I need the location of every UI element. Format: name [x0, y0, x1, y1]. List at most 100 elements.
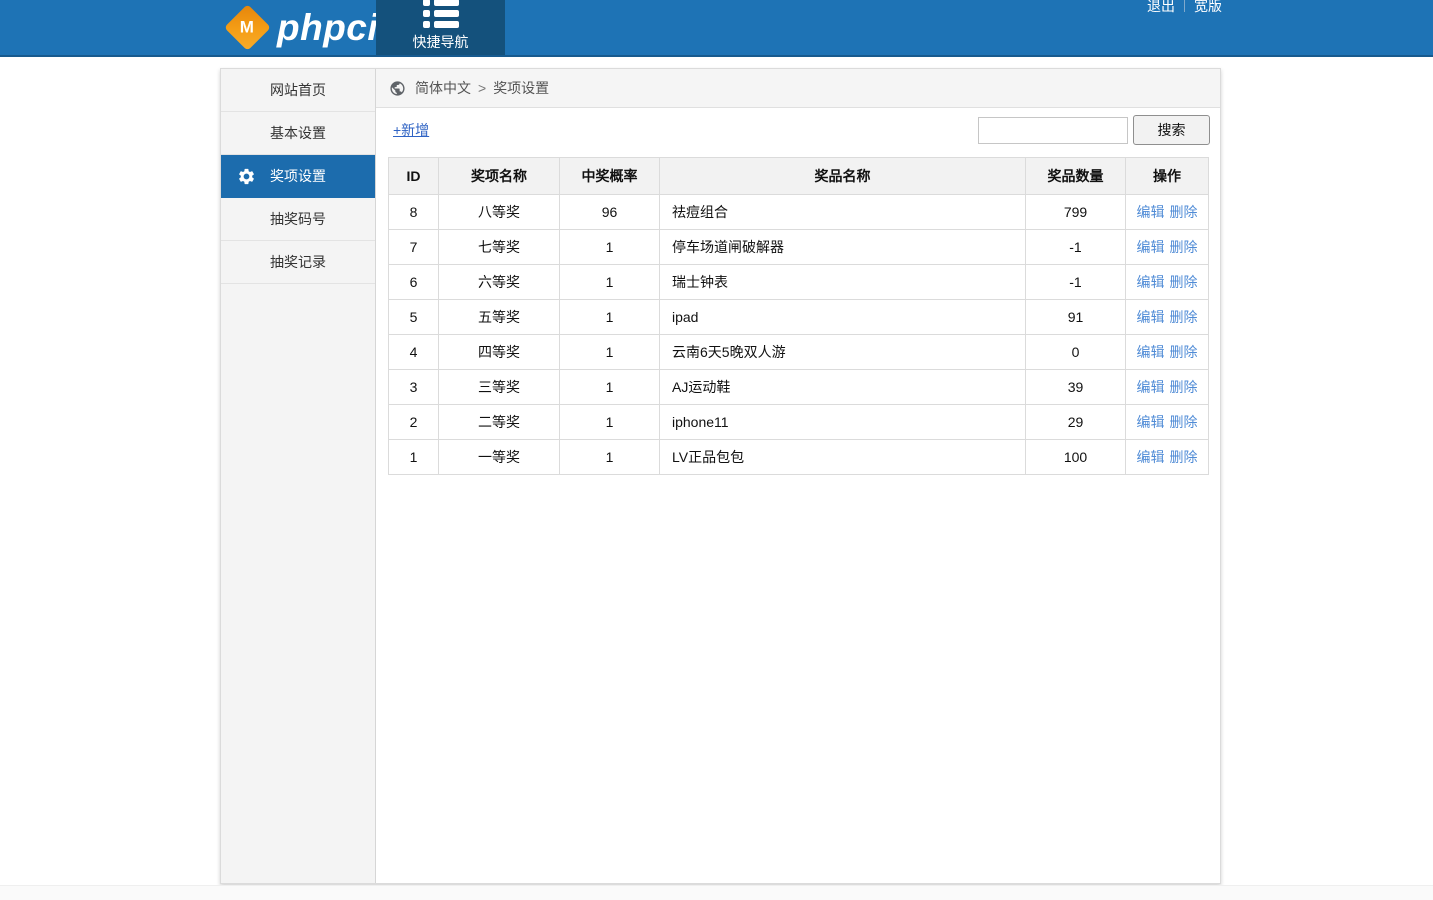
delete-link[interactable]: 删除 — [1170, 414, 1198, 430]
cell-id: 3 — [389, 370, 439, 405]
cell-probability: 1 — [560, 440, 660, 475]
col-header-actions: 操作 — [1126, 158, 1209, 195]
table-row: 3 三等奖 1 AJ运动鞋 39 编辑删除 — [389, 370, 1209, 405]
cell-actions: 编辑删除 — [1126, 335, 1209, 370]
edit-link[interactable]: 编辑 — [1137, 274, 1165, 290]
cell-actions: 编辑删除 — [1126, 405, 1209, 440]
edit-link[interactable]: 编辑 — [1137, 379, 1165, 395]
quick-nav-button[interactable]: 快捷导航 — [376, 0, 505, 55]
cell-actions: 编辑删除 — [1126, 300, 1209, 335]
edit-link[interactable]: 编辑 — [1137, 309, 1165, 325]
app-container: 网站首页 基本设置 奖项设置 抽奖码号 抽奖记录 简体中文 > 奖项设置 — [220, 68, 1221, 884]
edit-link[interactable]: 编辑 — [1137, 449, 1165, 465]
cell-award: 六等奖 — [439, 265, 560, 300]
search-group: 搜索 — [978, 115, 1210, 145]
delete-link[interactable]: 删除 — [1170, 379, 1198, 395]
cell-id: 7 — [389, 230, 439, 265]
cell-actions: 编辑删除 — [1126, 230, 1209, 265]
delete-link[interactable]: 删除 — [1170, 309, 1198, 325]
delete-link[interactable]: 删除 — [1170, 274, 1198, 290]
edit-link[interactable]: 编辑 — [1137, 344, 1165, 360]
wide-mode-link[interactable]: 宽版 — [1194, 0, 1222, 16]
search-button[interactable]: 搜索 — [1133, 115, 1210, 145]
search-input[interactable] — [978, 117, 1128, 144]
add-new-link[interactable]: +新增 — [393, 120, 429, 140]
edit-link[interactable]: 编辑 — [1137, 204, 1165, 220]
cell-actions: 编辑删除 — [1126, 370, 1209, 405]
cell-id: 8 — [389, 195, 439, 230]
cell-quantity: 91 — [1026, 300, 1126, 335]
cell-id: 5 — [389, 300, 439, 335]
cell-probability: 1 — [560, 405, 660, 440]
sidebar-item-lottery-records[interactable]: 抽奖记录 — [221, 241, 375, 284]
cell-prize: 祛痘组合 — [660, 195, 1026, 230]
delete-link[interactable]: 删除 — [1170, 239, 1198, 255]
cell-id: 4 — [389, 335, 439, 370]
sidebar-item-award-settings[interactable]: 奖项设置 — [221, 155, 375, 198]
sidebar-item-label: 网站首页 — [270, 82, 326, 98]
table-row: 7 七等奖 1 停车场道闸破解器 -1 编辑删除 — [389, 230, 1209, 265]
cell-probability: 1 — [560, 335, 660, 370]
cell-award: 五等奖 — [439, 300, 560, 335]
quick-nav-label: 快捷导航 — [376, 32, 505, 52]
breadcrumb: 简体中文 > 奖项设置 — [376, 69, 1220, 108]
edit-link[interactable]: 编辑 — [1137, 414, 1165, 430]
table-row: 1 一等奖 1 LV正品包包 100 编辑删除 — [389, 440, 1209, 475]
cell-award: 一等奖 — [439, 440, 560, 475]
breadcrumb-language[interactable]: 简体中文 — [415, 78, 471, 98]
list-icon — [423, 0, 459, 28]
cell-award: 八等奖 — [439, 195, 560, 230]
footer-band — [0, 885, 1433, 900]
delete-link[interactable]: 删除 — [1170, 449, 1198, 465]
sidebar-item-home[interactable]: 网站首页 — [221, 69, 375, 112]
cell-quantity: 100 — [1026, 440, 1126, 475]
cell-actions: 编辑删除 — [1126, 265, 1209, 300]
cell-quantity: 29 — [1026, 405, 1126, 440]
sidebar-item-label: 奖项设置 — [270, 168, 326, 184]
topbar: M phpci 快捷导航 退出 宽版 — [0, 0, 1433, 57]
cell-prize: 云南6天5晚双人游 — [660, 335, 1026, 370]
sidebar-item-label: 抽奖码号 — [270, 211, 326, 227]
sidebar-item-lottery-codes[interactable]: 抽奖码号 — [221, 198, 375, 241]
logo-mark: M — [240, 17, 254, 37]
logo[interactable]: M phpci — [231, 0, 378, 55]
col-header-award: 奖项名称 — [439, 158, 560, 195]
edit-link[interactable]: 编辑 — [1137, 239, 1165, 255]
cell-quantity: 39 — [1026, 370, 1126, 405]
cell-probability: 1 — [560, 230, 660, 265]
logo-text: phpci — [277, 7, 378, 49]
table-row: 4 四等奖 1 云南6天5晚双人游 0 编辑删除 — [389, 335, 1209, 370]
cell-probability: 96 — [560, 195, 660, 230]
cell-quantity: 799 — [1026, 195, 1126, 230]
cell-actions: 编辑删除 — [1126, 440, 1209, 475]
cell-probability: 1 — [560, 300, 660, 335]
main-content: 简体中文 > 奖项设置 +新增 搜索 ID 奖项名称 中奖概率 奖品名称 奖品数… — [376, 69, 1220, 883]
sidebar-item-label: 抽奖记录 — [270, 254, 326, 270]
cell-id: 1 — [389, 440, 439, 475]
gear-icon — [237, 167, 256, 186]
logout-link[interactable]: 退出 — [1147, 0, 1175, 16]
toolbar: +新增 搜索 — [376, 108, 1220, 152]
cell-actions: 编辑删除 — [1126, 195, 1209, 230]
sidebar-item-label: 基本设置 — [270, 125, 326, 141]
cell-award: 二等奖 — [439, 405, 560, 440]
breadcrumb-separator: > — [478, 80, 486, 96]
col-header-prize: 奖品名称 — [660, 158, 1026, 195]
cell-award: 四等奖 — [439, 335, 560, 370]
sidebar-item-basic-settings[interactable]: 基本设置 — [221, 112, 375, 155]
cell-prize: iphone11 — [660, 405, 1026, 440]
breadcrumb-page: 奖项设置 — [493, 78, 549, 98]
topbar-links: 退出 宽版 — [1147, 0, 1222, 16]
cell-quantity: 0 — [1026, 335, 1126, 370]
cell-award: 七等奖 — [439, 230, 560, 265]
globe-icon — [389, 80, 406, 97]
table-row: 2 二等奖 1 iphone11 29 编辑删除 — [389, 405, 1209, 440]
logo-diamond-icon: M — [224, 4, 271, 51]
delete-link[interactable]: 删除 — [1170, 204, 1198, 220]
cell-quantity: -1 — [1026, 230, 1126, 265]
delete-link[interactable]: 删除 — [1170, 344, 1198, 360]
cell-id: 2 — [389, 405, 439, 440]
link-separator — [1184, 0, 1185, 12]
col-header-id: ID — [389, 158, 439, 195]
col-header-probability: 中奖概率 — [560, 158, 660, 195]
